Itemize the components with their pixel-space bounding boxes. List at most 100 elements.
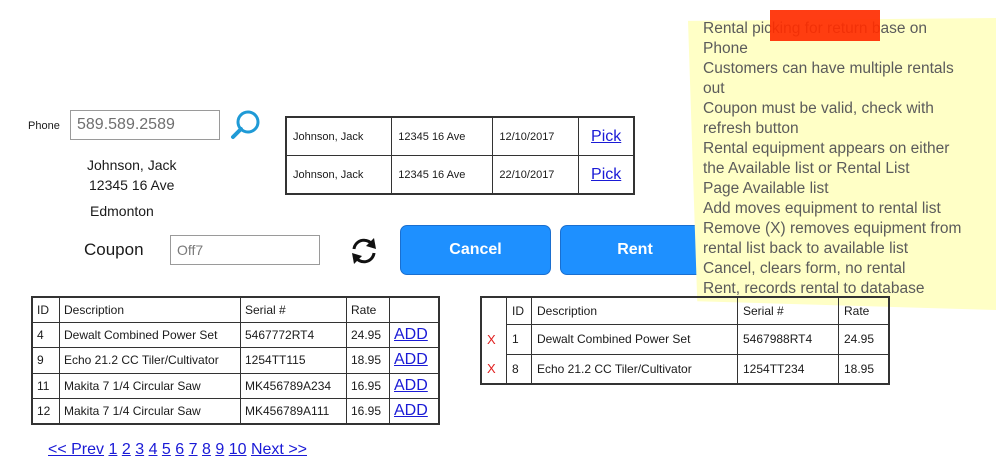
add-link[interactable]: ADD [394,326,428,343]
table-row: 4 Dewalt Combined Power Set 5467772RT4 2… [31,322,440,349]
cell-serial: 5467988RT4 [737,324,839,355]
cell-rate: 16.95 [346,397,390,425]
cell-serial: 1254TT234 [737,353,839,385]
header-rate: Rate [838,296,890,326]
pick-cell: Pick [578,116,635,156]
customer-address: 12345 16 Ave [89,177,175,193]
header-action [389,296,440,324]
table-row: X 1 Dewalt Combined Power Set 5467988RT4… [481,324,890,355]
cell-id: 1 [506,324,532,355]
table-row: 11 Makita 7 1/4 Circular Saw MK456789A23… [31,372,440,399]
header-id: ID [31,296,60,324]
page-link[interactable]: 3 [135,441,144,458]
customer-name: Johnson, Jack [87,157,177,173]
pick-cell: Pick [578,155,635,195]
note-line: Phone [703,40,748,57]
add-link[interactable]: ADD [394,402,428,419]
rental-row: Johnson, Jack 12345 16 Ave 22/10/2017 Pi… [285,155,635,195]
table-header-row: ID Description Serial # Rate [481,296,890,326]
cell-serial: MK456789A111 [240,397,347,425]
customer-city: Edmonton [90,203,154,219]
note-line: out [703,80,725,97]
cell-action: ADD [389,372,440,399]
pick-link[interactable]: Pick [591,166,621,183]
header-serial: Serial # [737,296,839,326]
cell-action: ADD [389,397,440,425]
refresh-icon[interactable] [347,234,381,268]
next-link[interactable]: Next >> [251,441,307,458]
page-link[interactable]: 1 [108,441,117,458]
note-line: refresh button [703,120,799,137]
cell-description: Dewalt Combined Power Set [59,322,241,349]
cell-description: Makita 7 1/4 Circular Saw [59,397,241,425]
cell-serial: MK456789A234 [240,372,347,399]
page-link[interactable]: 4 [149,441,158,458]
cell-rate: 18.95 [346,347,390,374]
cell-rate: 18.95 [838,353,890,385]
table-row: 9 Echo 21.2 CC Tiler/Cultivator 1254TT11… [31,347,440,374]
phone-label: Phone [28,120,60,132]
cell-id: 11 [31,372,60,399]
sticky-tape [770,10,880,41]
rental-address: 12345 16 Ave [391,116,494,156]
cell-action: ADD [389,347,440,374]
rental-address: 12345 16 Ave [391,155,494,195]
note-line: rental list back to available list [703,240,909,257]
cell-serial: 5467772RT4 [240,322,347,349]
rent-button[interactable]: Rent [560,225,710,275]
note-line: the Available list or Rental List [703,160,910,177]
cell-id: 9 [31,347,60,374]
cell-remove: X [481,354,507,384]
cell-description: Makita 7 1/4 Circular Saw [59,372,241,399]
prev-link[interactable]: << Prev [48,441,104,458]
header-serial: Serial # [240,296,347,324]
cell-rate: 24.95 [838,324,890,355]
note-line: Page Available list [703,180,829,197]
add-link[interactable]: ADD [394,377,428,394]
cell-description: Echo 21.2 CC Tiler/Cultivator [531,353,738,385]
remove-button[interactable]: X [487,332,496,347]
coupon-input[interactable] [170,235,320,265]
rental-name: Johnson, Jack [285,155,393,195]
cell-rate: 16.95 [346,372,390,399]
cell-rate: 24.95 [346,322,390,349]
note-line: Rental equipment appears on either [703,140,950,157]
note-text: Rental picking for return base on Phone … [703,19,995,299]
note-line: Add moves equipment to rental list [703,200,941,217]
cancel-button[interactable]: Cancel [400,225,551,275]
search-icon[interactable] [229,108,263,142]
pagination: << Prev 1 2 3 4 5 6 7 8 9 10 Next >> [48,441,307,459]
header-id: ID [506,296,532,326]
page-link[interactable]: 8 [202,441,211,458]
page-link[interactable]: 10 [229,441,247,458]
available-equipment-table: ID Description Serial # Rate 4 Dewalt Co… [31,296,440,425]
header-description: Description [531,296,738,326]
rental-date: 22/10/2017 [492,155,580,195]
page-link[interactable]: 7 [189,441,198,458]
remove-button[interactable]: X [487,361,496,376]
cell-serial: 1254TT115 [240,347,347,374]
rental-date: 12/10/2017 [492,116,580,156]
pick-link[interactable]: Pick [591,128,621,145]
phone-input[interactable] [70,110,220,140]
rental-list-table: ID Description Serial # Rate X 1 Dewalt … [480,296,890,385]
table-header-row: ID Description Serial # Rate [31,296,440,324]
page-link[interactable]: 6 [175,441,184,458]
rental-row: Johnson, Jack 12345 16 Ave 12/10/2017 Pi… [285,116,635,156]
note-line: Cancel, clears form, no rental [703,260,906,277]
cell-description: Echo 21.2 CC Tiler/Cultivator [59,347,241,374]
table-row: 12 Makita 7 1/4 Circular Saw MK456789A11… [31,397,440,425]
add-link[interactable]: ADD [394,351,428,368]
page-link[interactable]: 9 [215,441,224,458]
page-link[interactable]: 5 [162,441,171,458]
header-rate: Rate [346,296,390,324]
cell-id: 4 [31,322,60,349]
note-line: Coupon must be valid, check with [703,100,934,117]
cell-id: 12 [31,397,60,425]
header-description: Description [59,296,241,324]
cell-id: 8 [506,353,532,385]
cell-description: Dewalt Combined Power Set [531,324,738,355]
page-link[interactable]: 2 [122,441,131,458]
coupon-label: Coupon [84,240,144,259]
note-line: Customers can have multiple rentals [703,60,954,77]
